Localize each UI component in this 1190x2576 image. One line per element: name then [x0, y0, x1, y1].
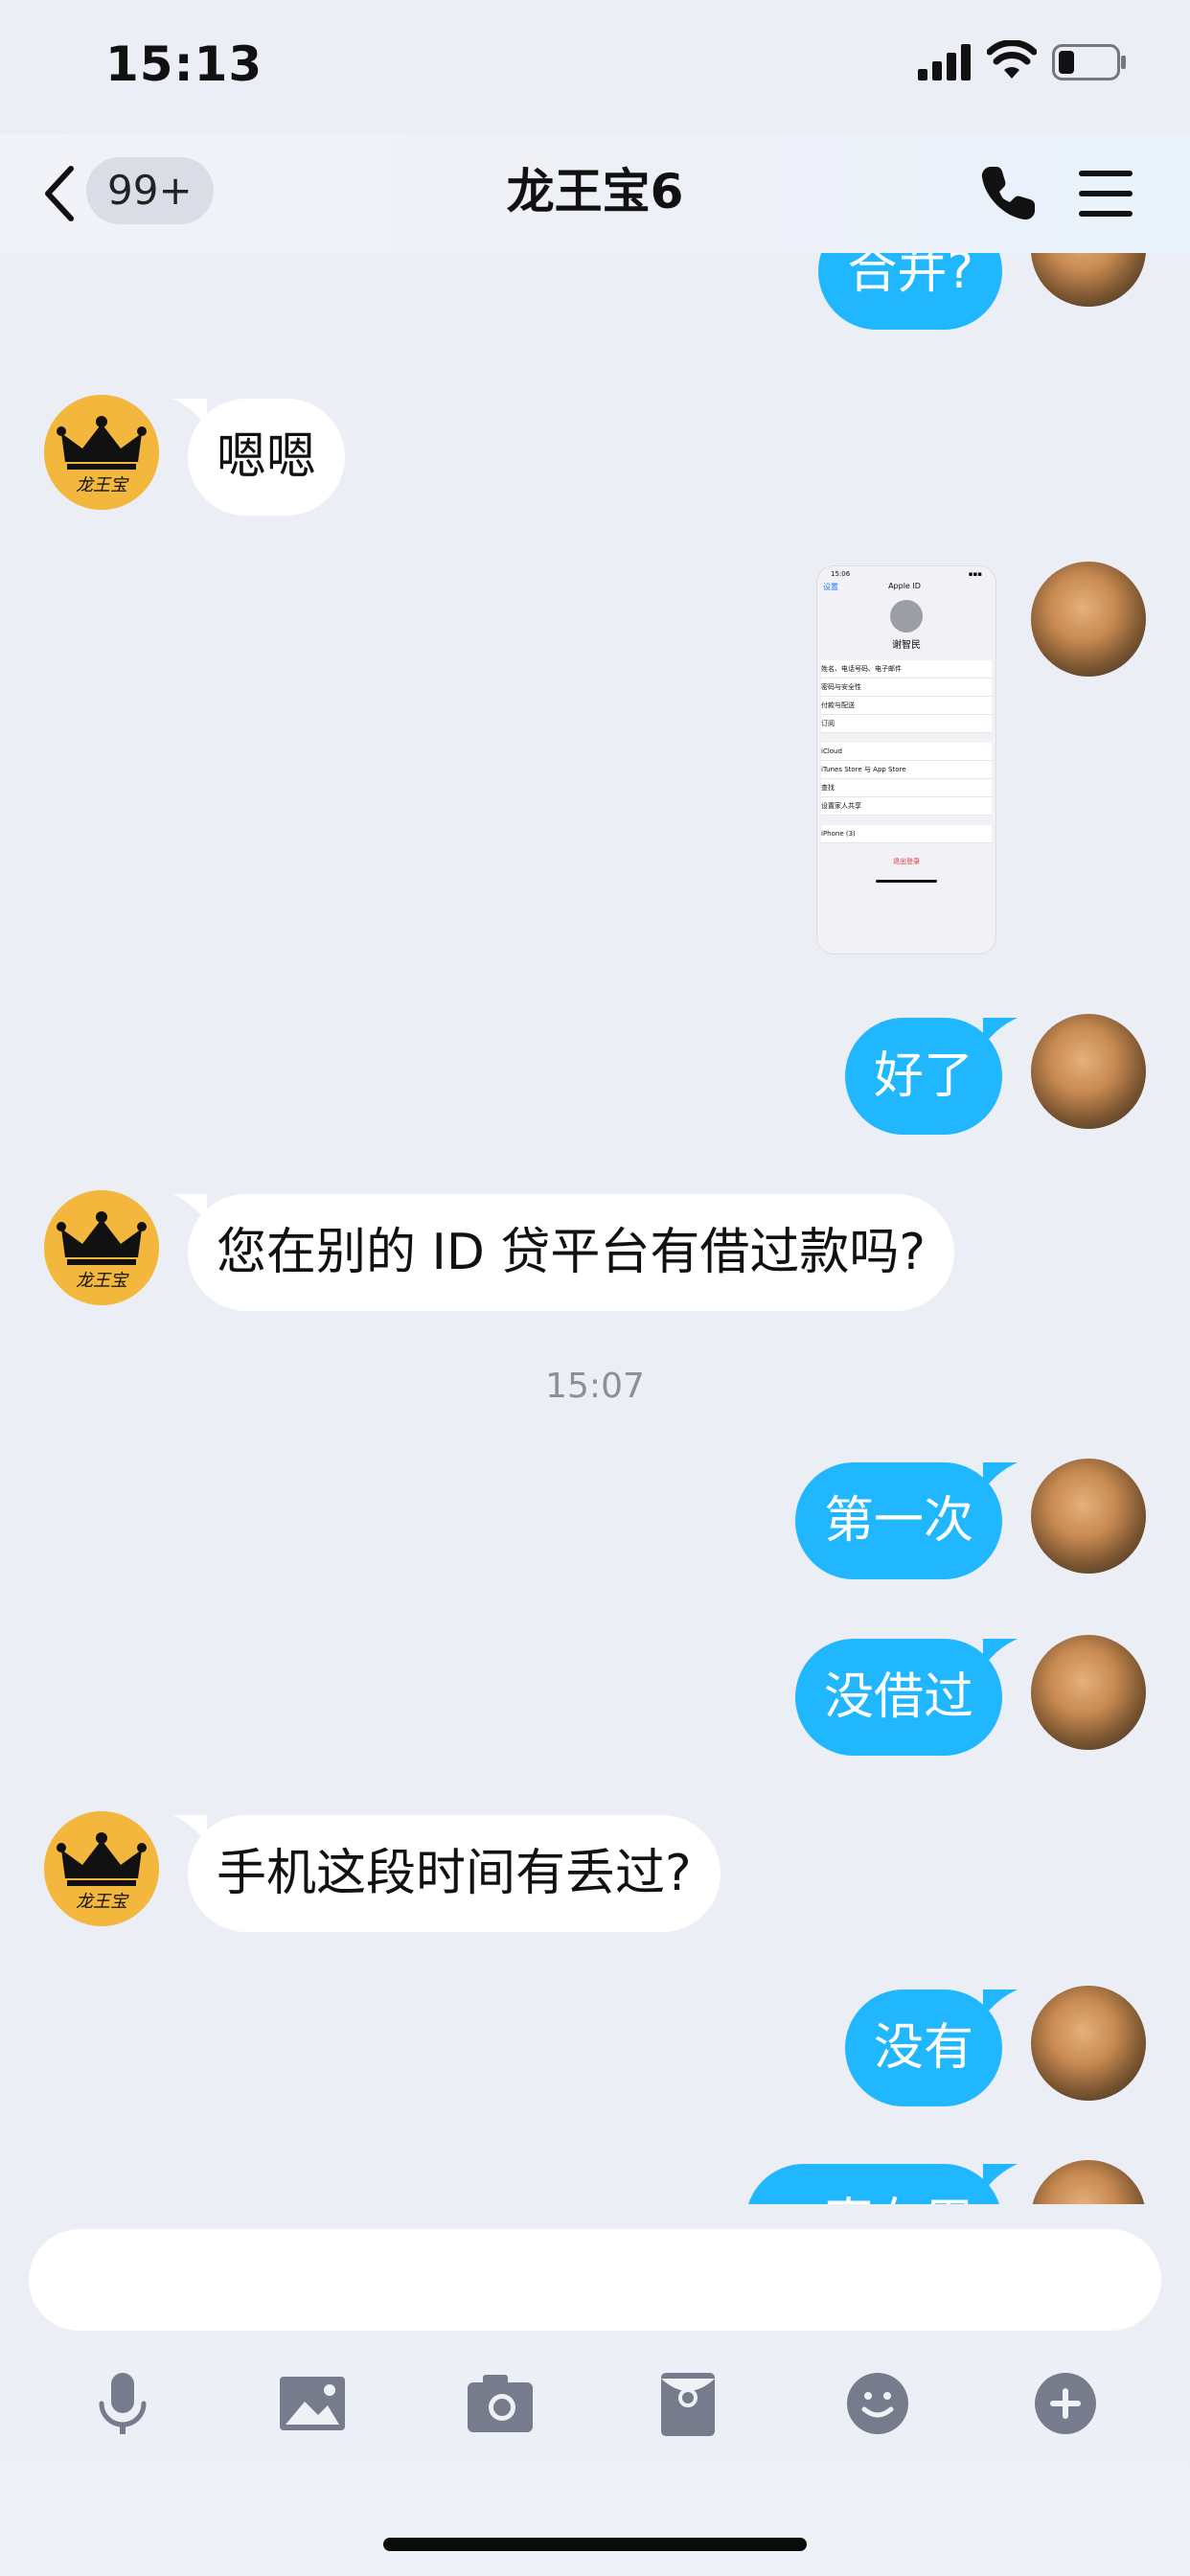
microphone-icon[interactable] [84, 2365, 161, 2442]
thumb-header: 设置 Apple ID [817, 582, 995, 592]
thumb-row: iPhone (3) [821, 825, 992, 843]
message-outgoing: 第一次 [0, 1459, 1190, 1587]
thumb-row: 订阅 [821, 715, 992, 733]
crown-icon: 龙王宝 [44, 1811, 159, 1926]
message-bubble[interactable]: 没借过 [794, 1639, 1002, 1756]
message-outgoing: 没有 [0, 1986, 1190, 2114]
avatar-self[interactable] [1031, 562, 1146, 677]
message-outgoing: 好了 [0, 1014, 1190, 1142]
message-incoming: 龙王宝 嗯嗯 [0, 395, 1190, 519]
thumb-row: iTunes Store 与 App Store [821, 761, 992, 779]
bubble-tail [983, 1639, 1018, 1668]
message-bubble[interactable]: 嗯嗯 [188, 399, 346, 516]
message-bubble[interactable]: 第一次 [794, 1462, 1002, 1579]
status-time: 15:13 [105, 36, 263, 92]
avatar-self[interactable] [1031, 253, 1146, 307]
thumb-row: 姓名、电话号码、电子邮件 [821, 660, 992, 678]
bubble-tail [983, 1018, 1018, 1046]
camera-icon[interactable] [462, 2365, 538, 2442]
composer [0, 2204, 1190, 2576]
message-bubble[interactable]: 合并? [818, 253, 1002, 330]
wifi-icon [987, 40, 1037, 79]
message-outgoing: 一直在用 [0, 2160, 1190, 2204]
avatar-contact[interactable]: 龙王宝 [44, 395, 159, 510]
thumb-row: 付款与配送 [821, 697, 992, 715]
bubble-tail [983, 1462, 1018, 1491]
thumb-back: 设置 [823, 583, 838, 591]
message-list[interactable]: 合并? 龙王宝 嗯嗯 15:06 ▪▪▪ 设置 Apple ID 谢智民 姓名、… [0, 253, 1190, 2204]
avatar-logo-text: 龙王宝 [76, 475, 129, 495]
red-packet-icon[interactable] [650, 2365, 726, 2442]
avatar-self[interactable] [1031, 1986, 1146, 2101]
message-incoming: 龙王宝 手机这段时间有丢过? [0, 1811, 1190, 1936]
message-bubble[interactable]: 您在别的 ID 贷平台有借过款吗? [188, 1194, 955, 1311]
thumb-row: 设置家人共享 [821, 797, 992, 816]
avatar-logo-text: 龙王宝 [76, 1892, 129, 1912]
message-bubble[interactable]: 没有 [844, 1990, 1002, 2106]
avatar-logo-text: 龙王宝 [76, 1271, 129, 1291]
thumb-name: 谢智民 [892, 640, 921, 651]
message-bubble[interactable]: 一直在用 [744, 2164, 1002, 2204]
phone-call-icon[interactable] [977, 163, 1039, 224]
thumb-avatar [890, 600, 923, 632]
crown-icon: 龙王宝 [44, 395, 159, 510]
status-bar: 15:13 [0, 0, 1190, 134]
message-outgoing: 合并? [0, 253, 1190, 366]
thumb-signal: ▪▪▪ [968, 570, 982, 578]
cellular-signal-icon [918, 44, 971, 80]
avatar-self[interactable] [1031, 1014, 1146, 1129]
bubble-tail [172, 1194, 207, 1223]
message-bubble[interactable]: 手机这段时间有丢过? [188, 1815, 721, 1932]
message-outgoing: 没借过 [0, 1635, 1190, 1763]
avatar-self[interactable] [1031, 1459, 1146, 1574]
message-outgoing-image: 15:06 ▪▪▪ 设置 Apple ID 谢智民 姓名、电话号码、电子邮件 密码… [0, 562, 1190, 958]
bubble-tail [172, 399, 207, 427]
avatar-contact[interactable]: 龙王宝 [44, 1190, 159, 1305]
bubble-tail [172, 1815, 207, 1844]
avatar-self[interactable] [1031, 1635, 1146, 1750]
message-incoming: 龙王宝 您在别的 ID 贷平台有借过款吗? [0, 1190, 1190, 1315]
home-indicator [383, 2538, 807, 2551]
image-icon[interactable] [274, 2365, 351, 2442]
thumb-signout: 退出登录 [893, 858, 920, 865]
thumb-row: 查找 [821, 779, 992, 797]
thumb-row: 密码与安全性 [821, 678, 992, 697]
battery-icon [1052, 44, 1126, 80]
message-timestamp: 15:07 [545, 1367, 645, 1406]
bubble-tail [983, 1990, 1018, 2018]
nav-bar: 99+ 龙王宝6 [0, 134, 1190, 253]
thumb-status: 15:06 ▪▪▪ [817, 566, 995, 582]
crown-icon: 龙王宝 [44, 1190, 159, 1305]
menu-icon[interactable] [1077, 167, 1134, 220]
image-attachment[interactable]: 15:06 ▪▪▪ 设置 Apple ID 谢智民 姓名、电话号码、电子邮件 密码… [816, 565, 996, 954]
avatar-contact[interactable]: 龙王宝 [44, 1811, 159, 1926]
thumb-time: 15:06 [831, 570, 851, 578]
message-bubble[interactable]: 好了 [844, 1018, 1002, 1135]
thumb-home-indicator [876, 880, 937, 883]
message-input[interactable] [29, 2229, 1161, 2331]
thumb-title: Apple ID [888, 582, 921, 590]
emoji-icon[interactable] [839, 2365, 916, 2442]
avatar-self[interactable] [1031, 2160, 1146, 2204]
plus-icon[interactable] [1027, 2365, 1104, 2442]
thumb-row: iCloud [821, 743, 992, 761]
bubble-tail [983, 2164, 1018, 2193]
